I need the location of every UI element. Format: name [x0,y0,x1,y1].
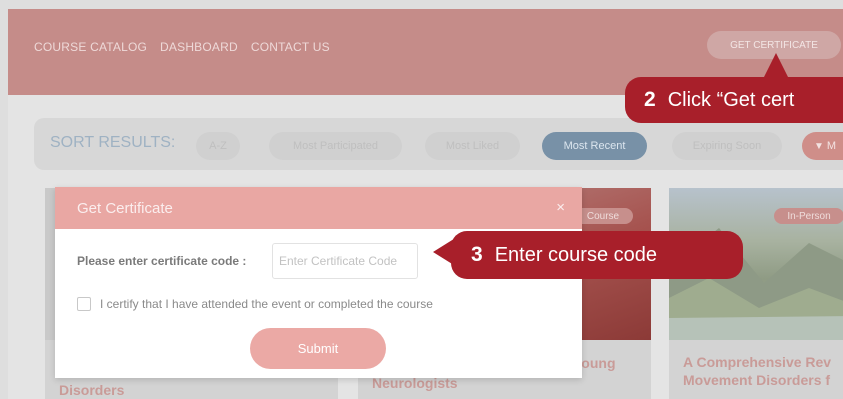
modal-title: Get Certificate [77,200,173,217]
course-type-badge: In-Person [774,208,843,224]
modal-header: Get Certificate × [55,187,582,229]
certificate-code-label: Please enter certificate code : [77,254,247,268]
sort-most-recent[interactable]: Most Recent [542,132,647,160]
certificate-code-input[interactable] [272,243,418,279]
sort-most-participated[interactable]: Most Participated [269,132,402,160]
sort-expiring-soon[interactable]: Expiring Soon [672,132,782,160]
nav-link-dashboard[interactable]: DASHBOARD [160,40,238,54]
callout-number: 2 [644,88,656,111]
get-certificate-modal: Get Certificate × Please enter certifica… [55,187,582,378]
sort-a-z[interactable]: A-Z [196,132,240,160]
filter-label: M [826,140,837,152]
certify-checkbox[interactable] [77,297,91,311]
filter-icon: ▼ [814,140,824,152]
course-card-title-line1: A Comprehensive Rev [683,354,832,370]
callout-number: 3 [471,243,483,266]
certify-text: I certify that I have attended the event… [100,297,433,311]
sort-results-label: SORT RESULTS: [50,134,176,151]
page: COURSE CATALOG DASHBOARD CONTACT US GET … [8,9,843,399]
course-card-title-line2: Movement Disorders f [683,372,831,388]
submit-button[interactable]: Submit [250,328,386,369]
filter-button[interactable]: ▼ M [802,132,843,160]
callout-text: Enter course code [494,243,658,266]
callout-text: Click “Get cert [667,88,795,111]
sort-bar: SORT RESULTS: A-Z Most Participated Most… [34,118,843,170]
certify-row: I certify that I have attended the event… [77,297,433,311]
nav-link-course-catalog[interactable]: COURSE CATALOG [34,40,147,54]
nav-links: COURSE CATALOG DASHBOARD CONTACT US [34,40,330,54]
callout-step-2: 2 Click “Get cert [625,77,843,123]
course-type-badge: Course [573,208,633,224]
close-icon[interactable]: × [556,199,565,216]
course-card-3[interactable]: In-Person A Comprehensive Rev Movement D… [669,188,843,399]
course-card-title: Disorders [59,382,125,398]
callout-step-3: 3 Enter course code [451,231,743,279]
sort-most-liked[interactable]: Most Liked [425,132,520,160]
nav-link-contact-us[interactable]: CONTACT US [251,40,330,54]
